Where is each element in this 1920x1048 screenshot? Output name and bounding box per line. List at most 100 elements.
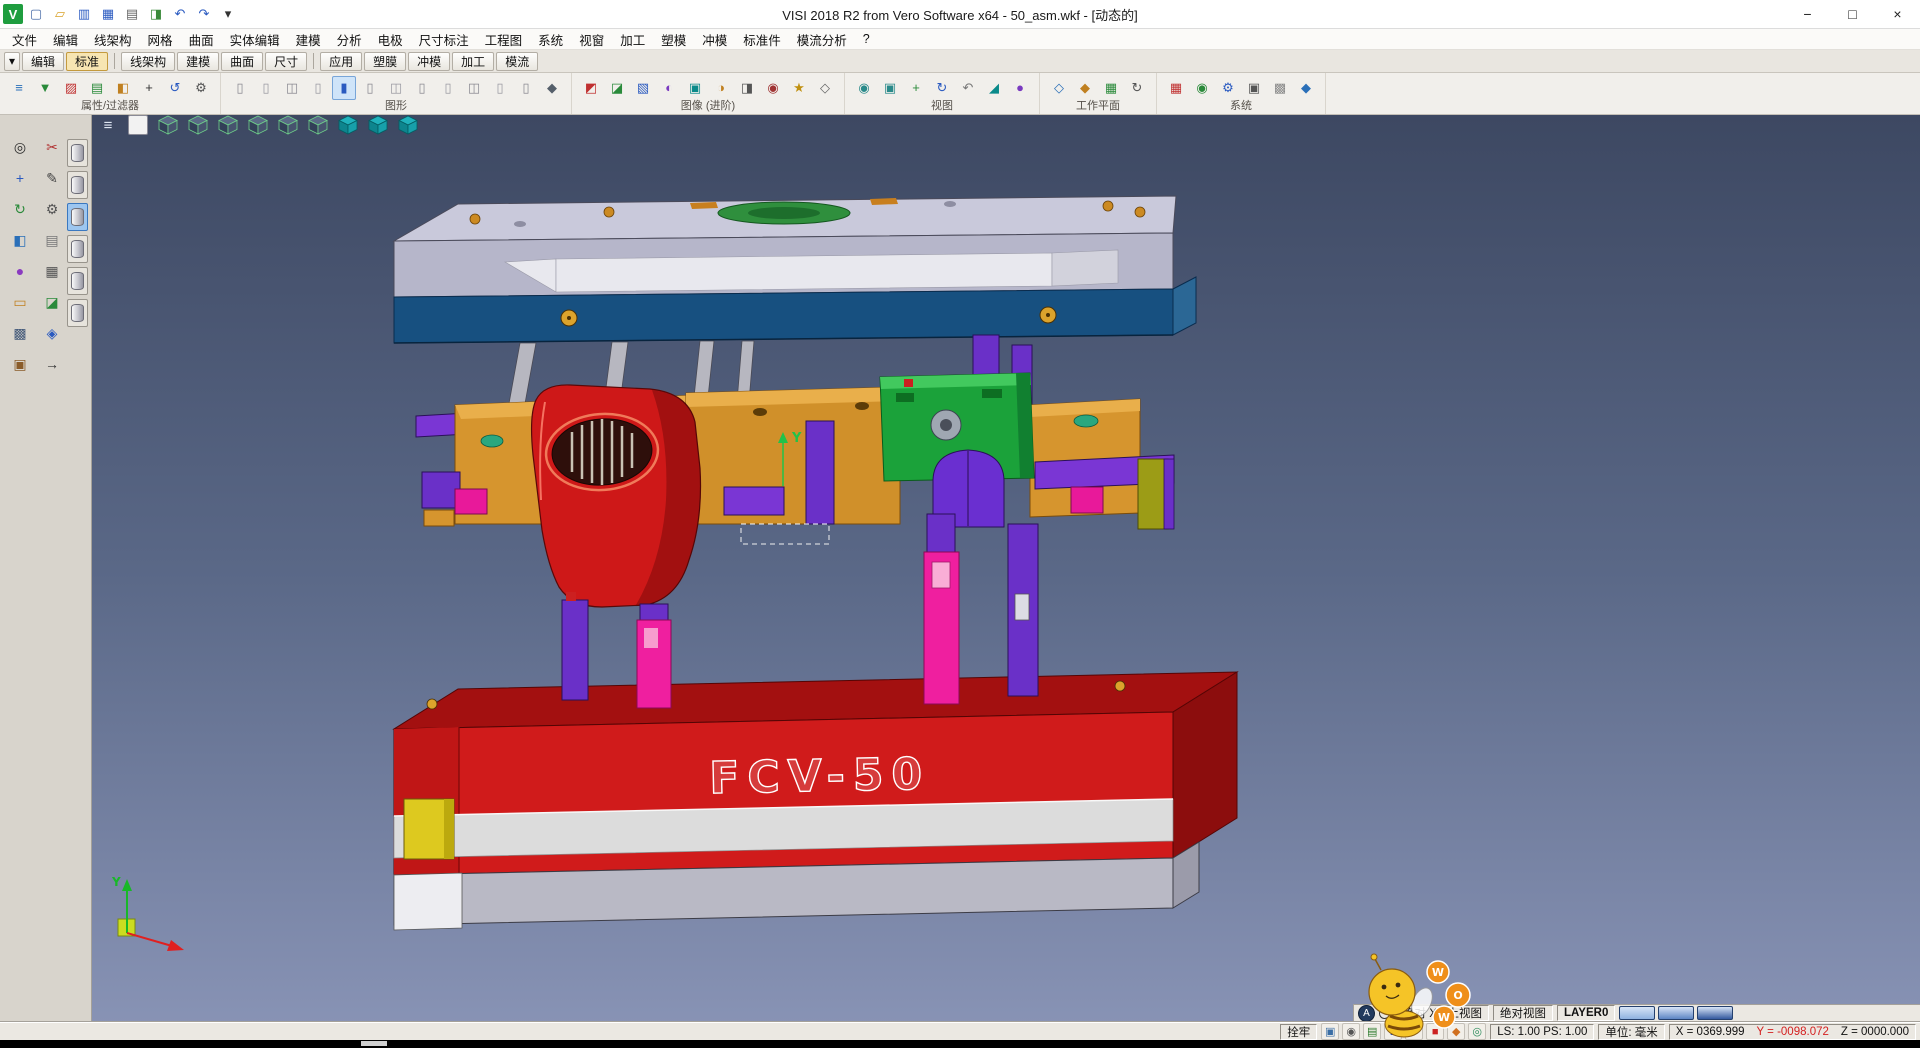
layer-filter-icon[interactable]: ▤: [85, 76, 109, 100]
wireframe-icon[interactable]: ◪: [605, 76, 629, 100]
hidden-line-icon[interactable]: ▧: [631, 76, 655, 100]
tab-dropdown[interactable]: ▾: [4, 52, 20, 71]
menu-item-10[interactable]: 工程图: [477, 29, 531, 49]
info-icon[interactable]: ◆: [1294, 76, 1318, 100]
filter-options-icon[interactable]: ⚙: [189, 76, 213, 100]
save-icon[interactable]: ▥: [73, 4, 95, 24]
gem-icon[interactable]: ◈: [40, 321, 64, 345]
previous-view-icon[interactable]: ↶: [956, 76, 980, 100]
background-icon[interactable]: ◇: [813, 76, 837, 100]
layer-slot-1[interactable]: [67, 139, 88, 167]
bolt-icon[interactable]: ◫: [462, 76, 486, 100]
arc-icon[interactable]: ◫: [280, 76, 304, 100]
layer-slot-5[interactable]: [67, 267, 88, 295]
sphere-pin-icon[interactable]: ◫: [384, 76, 408, 100]
view-blank-button[interactable]: [126, 114, 150, 136]
print-icon[interactable]: ▤: [121, 4, 143, 24]
system-settings-icon[interactable]: ⚙: [1216, 76, 1240, 100]
menu-item-6[interactable]: 建模: [288, 29, 329, 49]
shaft-icon[interactable]: ▯: [514, 76, 538, 100]
menu-item-16[interactable]: 标准件: [735, 29, 789, 49]
save-all-icon[interactable]: ▦: [97, 4, 119, 24]
layer-slot-3[interactable]: [67, 203, 88, 231]
layer-swatch-0[interactable]: [1619, 1006, 1655, 1020]
cone-icon[interactable]: ▯: [358, 76, 382, 100]
layer-slot-6[interactable]: [67, 299, 88, 327]
view-cube-back[interactable]: [276, 114, 300, 136]
redo-icon[interactable]: ↷: [193, 4, 215, 24]
lights-icon[interactable]: ★: [787, 76, 811, 100]
zoom-all-icon[interactable]: ◉: [852, 76, 876, 100]
visi-logo[interactable]: V: [3, 4, 23, 24]
menu-item-0[interactable]: 文件: [4, 29, 45, 49]
menu-item-18[interactable]: ?: [855, 29, 878, 49]
rotate-icon[interactable]: ↻: [8, 197, 32, 221]
menu-item-12[interactable]: 视窗: [571, 29, 612, 49]
menu-item-14[interactable]: 塑模: [653, 29, 694, 49]
zoom-window-icon[interactable]: ▣: [878, 76, 902, 100]
tab-模流[interactable]: 模流: [496, 52, 538, 71]
tab-线架构[interactable]: 线架构: [121, 52, 175, 71]
hatch-icon[interactable]: ▩: [8, 321, 32, 345]
layer-swatch-1[interactable]: [1658, 1006, 1694, 1020]
units-field[interactable]: 单位: 毫米: [1598, 1024, 1664, 1040]
circle-icon[interactable]: ▯: [306, 76, 330, 100]
type-filter-icon[interactable]: ◧: [111, 76, 135, 100]
menu-item-3[interactable]: 网格: [140, 29, 181, 49]
tab-编辑[interactable]: 编辑: [22, 52, 64, 71]
fill-icon[interactable]: ◪: [40, 290, 64, 314]
pin-icon[interactable]: ▯: [436, 76, 460, 100]
menu-item-1[interactable]: 编辑: [45, 29, 86, 49]
shade-icon[interactable]: ◩: [579, 76, 603, 100]
view-cube-iso-3[interactable]: [396, 114, 420, 136]
mesh-icon[interactable]: ▦: [40, 259, 64, 283]
export-icon[interactable]: →: [40, 352, 64, 376]
annotation-badge[interactable]: A: [1358, 1005, 1375, 1022]
pick-filter-icon[interactable]: +: [137, 76, 161, 100]
tab-冲模[interactable]: 冲模: [408, 52, 450, 71]
snapshot-icon[interactable]: ◉: [761, 76, 785, 100]
color-filter-icon[interactable]: ▨: [59, 76, 83, 100]
tab-尺寸[interactable]: 尺寸: [265, 52, 307, 71]
viewbar-menu-icon[interactable]: ≡: [96, 114, 120, 136]
menu-item-8[interactable]: 电极: [370, 29, 411, 49]
menu-item-11[interactable]: 系统: [530, 29, 571, 49]
ruler-icon[interactable]: ▭: [8, 290, 32, 314]
transparency-icon[interactable]: ◑: [709, 76, 733, 100]
point-icon[interactable]: ▯: [228, 76, 252, 100]
menu-item-4[interactable]: 曲面: [181, 29, 222, 49]
view-cube-iso-1[interactable]: [336, 114, 360, 136]
screen-icon[interactable]: ▣: [1321, 1023, 1339, 1040]
stamp-icon[interactable]: ▣: [8, 352, 32, 376]
solid-icon[interactable]: ◧: [8, 228, 32, 252]
view-cube-bottom[interactable]: [306, 114, 330, 136]
viewport-canvas[interactable]: [92, 115, 1920, 1025]
rotate-view-icon[interactable]: ↻: [930, 76, 954, 100]
snapshot-icon[interactable]: ◉: [1342, 1023, 1360, 1040]
recent-dropdown[interactable]: ▾: [217, 4, 239, 24]
globe-icon[interactable]: ◎: [1468, 1023, 1486, 1040]
texture-icon[interactable]: ▣: [683, 76, 707, 100]
view-cube-iso-2[interactable]: [366, 114, 390, 136]
cylinder-icon[interactable]: ▮: [332, 76, 356, 100]
close-button[interactable]: ×: [1875, 0, 1920, 28]
macro-icon[interactable]: ▩: [1268, 76, 1292, 100]
user-icon[interactable]: ●: [1405, 1023, 1423, 1040]
material-icon[interactable]: ■: [1426, 1023, 1444, 1040]
layer-slot-2[interactable]: [67, 171, 88, 199]
grid-icon[interactable]: ▦: [1164, 76, 1188, 100]
search-icon[interactable]: [1379, 1008, 1390, 1019]
tab-应用[interactable]: 应用: [320, 52, 362, 71]
open-file-icon[interactable]: ▱: [49, 4, 71, 24]
menu-item-9[interactable]: 尺寸标注: [411, 29, 477, 49]
menu-item-17[interactable]: 模流分析: [789, 29, 855, 49]
view-cube-left[interactable]: [246, 114, 270, 136]
view-cube-right[interactable]: [216, 114, 240, 136]
tab-标准[interactable]: 标准: [66, 52, 108, 71]
scale-field[interactable]: LS: 1.00 PS: 1.00: [1490, 1024, 1594, 1040]
tab-建模[interactable]: 建模: [177, 52, 219, 71]
new-file-icon[interactable]: ▢: [25, 4, 47, 24]
tab-塑膜[interactable]: 塑膜: [364, 52, 406, 71]
layer-field[interactable]: LAYER0: [1557, 1005, 1615, 1021]
profile-icon[interactable]: ◆: [540, 76, 564, 100]
